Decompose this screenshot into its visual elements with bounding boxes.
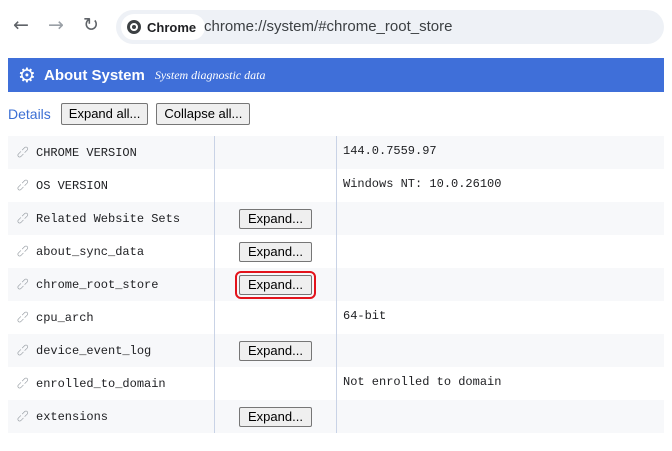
expand-button[interactable]: Expand... xyxy=(239,340,312,361)
row-value: Windows NT: 10.0.26100 xyxy=(343,177,502,191)
table-row: ⊂⊃ about_sync_data Expand... xyxy=(8,235,664,268)
page-subtitle: System diagnostic data xyxy=(154,67,266,82)
row-name: cpu_arch xyxy=(36,310,94,325)
gear-icon: ⚙ xyxy=(18,63,36,87)
link-icon[interactable]: ⊂⊃ xyxy=(15,341,33,359)
table-row: ⊂⊃ cpu_arch 64-bit xyxy=(8,301,664,334)
reload-icon[interactable]: ↻ xyxy=(78,12,104,38)
about-system-header: ⚙ About System System diagnostic data xyxy=(8,58,664,92)
expand-button[interactable]: Expand... xyxy=(239,208,312,229)
chrome-chip[interactable]: Chrome xyxy=(121,14,206,40)
name-cell: ⊂⊃ about_sync_data xyxy=(8,235,215,268)
name-cell: ⊂⊃ device_event_log xyxy=(8,334,215,367)
value-cell xyxy=(337,202,664,235)
table-row: ⊂⊃ extensions Expand... xyxy=(8,400,664,433)
details-controls: Details Expand all... Collapse all... xyxy=(8,102,258,126)
name-cell: ⊂⊃ enrolled_to_domain xyxy=(8,367,215,400)
table-row: ⊂⊃ Related Website Sets Expand... xyxy=(8,202,664,235)
action-cell xyxy=(215,136,337,169)
row-name: Related Website Sets xyxy=(36,211,181,226)
url-text[interactable]: chrome://system/#chrome_root_store xyxy=(204,10,452,44)
table-row: ⊂⊃ enrolled_to_domain Not enrolled to doma… xyxy=(8,367,664,400)
value-cell: Not enrolled to domain xyxy=(337,367,664,400)
address-bar[interactable]: Chrome chrome://system/#chrome_root_stor… xyxy=(116,10,664,44)
name-cell: ⊂⊃ Related Website Sets xyxy=(8,202,215,235)
name-cell: ⊂⊃ OS VERSION xyxy=(8,169,215,202)
row-name: CHROME VERSION xyxy=(36,145,137,160)
back-arrow-icon[interactable]: ← xyxy=(8,12,34,38)
table-row: ⊂⊃ device_event_log Expand... xyxy=(8,334,664,367)
action-cell: Expand... xyxy=(215,202,337,235)
row-name: about_sync_data xyxy=(36,244,145,259)
link-icon[interactable]: ⊂⊃ xyxy=(15,242,33,260)
action-cell xyxy=(215,367,337,400)
table-row: ⊂⊃ OS VERSION Windows NT: 10.0.26100 xyxy=(8,169,664,202)
value-cell xyxy=(337,268,664,301)
value-cell: 64-bit xyxy=(337,301,664,334)
name-cell: ⊂⊃ CHROME VERSION xyxy=(8,136,215,169)
expand-button[interactable]: Expand... xyxy=(235,270,316,299)
link-icon[interactable]: ⊂⊃ xyxy=(15,209,33,227)
action-cell xyxy=(215,169,337,202)
row-value: 64-bit xyxy=(343,309,387,323)
link-icon[interactable]: ⊂⊃ xyxy=(15,176,33,194)
value-cell: Windows NT: 10.0.26100 xyxy=(337,169,664,202)
action-cell: Expand... xyxy=(215,400,337,433)
row-name: enrolled_to_domain xyxy=(36,376,166,391)
name-cell: ⊂⊃ chrome_root_store xyxy=(8,268,215,301)
forward-arrow-icon[interactable]: → xyxy=(43,12,69,38)
row-name: extensions xyxy=(36,409,109,424)
action-cell: Expand... xyxy=(215,334,337,367)
table-row: ⊂⊃ CHROME VERSION 144.0.7559.97 xyxy=(8,136,664,169)
name-cell: ⊂⊃ extensions xyxy=(8,400,215,433)
action-cell: Expand... xyxy=(215,235,337,268)
value-cell: 144.0.7559.97 xyxy=(337,136,664,169)
link-icon[interactable]: ⊂⊃ xyxy=(15,308,33,326)
link-icon[interactable]: ⊂⊃ xyxy=(15,143,33,161)
name-cell: ⊂⊃ cpu_arch xyxy=(8,301,215,334)
value-cell xyxy=(337,235,664,268)
page-title: About System xyxy=(44,66,145,84)
action-cell: Expand... xyxy=(215,268,337,301)
chip-label: Chrome xyxy=(147,19,197,35)
system-info-table: ⊂⊃ CHROME VERSION 144.0.7559.97 ⊂⊃ OS VERSIO… xyxy=(8,136,664,433)
row-name: device_event_log xyxy=(36,343,152,358)
expand-button[interactable]: Expand... xyxy=(239,406,312,427)
row-value: 144.0.7559.97 xyxy=(343,144,437,158)
row-name: chrome_root_store xyxy=(36,277,159,292)
link-icon[interactable]: ⊂⊃ xyxy=(15,407,33,425)
expand-all-button[interactable]: Expand all... xyxy=(60,103,149,125)
chrome-logo-icon xyxy=(127,20,141,34)
value-cell xyxy=(337,400,664,433)
link-icon[interactable]: ⊂⊃ xyxy=(15,275,33,293)
table-row: ⊂⊃ chrome_root_store Expand... xyxy=(8,268,664,301)
row-name: OS VERSION xyxy=(36,178,109,193)
expand-button[interactable]: Expand... xyxy=(239,241,312,262)
row-value: Not enrolled to domain xyxy=(343,375,502,389)
value-cell xyxy=(337,334,664,367)
link-icon[interactable]: ⊂⊃ xyxy=(15,374,33,392)
browser-toolbar: ← → ↻ Chrome chrome://system/#chrome_roo… xyxy=(0,0,672,54)
details-label: Details xyxy=(8,106,51,122)
action-cell xyxy=(215,301,337,334)
collapse-all-button[interactable]: Collapse all... xyxy=(156,103,251,125)
